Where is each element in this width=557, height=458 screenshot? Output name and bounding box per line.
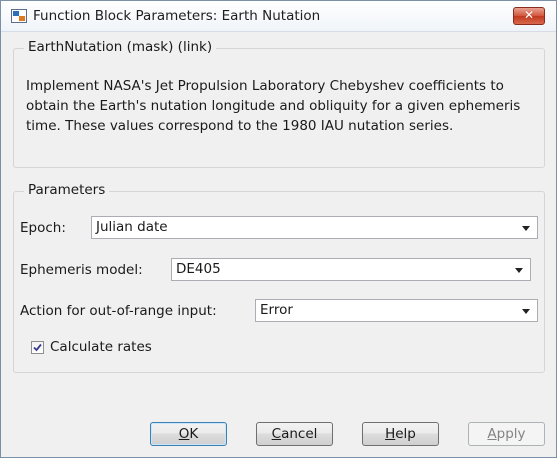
cancel-label-rest: ancel <box>281 426 318 442</box>
cancel-mnemonic: C <box>271 426 282 442</box>
close-button[interactable]: ✕ <box>513 7 545 25</box>
apply-button: Apply <box>468 422 545 446</box>
apply-label-rest: pply <box>496 426 526 442</box>
simulink-block-icon <box>11 9 27 23</box>
ok-mnemonic: O <box>178 426 190 442</box>
title-bar[interactable]: Function Block Parameters: Earth Nutatio… <box>1 1 556 32</box>
cancel-button[interactable]: Cancel <box>256 422 333 446</box>
ephemeris-select[interactable]: DE405 <box>171 258 531 281</box>
mask-description: Implement NASA's Jet Propulsion Laborato… <box>26 78 521 134</box>
epoch-value: Julian date <box>96 219 168 235</box>
action-value: Error <box>260 302 293 318</box>
mask-description-group: EarthNutation (mask) (link) Implement NA… <box>13 39 545 168</box>
chevron-down-icon <box>522 226 530 231</box>
mask-heading: EarthNutation (mask) (link) <box>24 39 217 55</box>
ok-button[interactable]: OK <box>150 422 227 446</box>
checkmark-icon <box>33 343 42 352</box>
help-button[interactable]: Help <box>362 422 439 446</box>
epoch-label: Epoch: <box>20 220 66 236</box>
help-mnemonic: H <box>385 426 396 442</box>
action-label: Action for out-of-range input: <box>20 303 217 319</box>
window-title: Function Block Parameters: Earth Nutatio… <box>33 8 321 24</box>
chevron-down-icon <box>522 309 530 314</box>
close-icon: ✕ <box>523 8 535 22</box>
help-label-rest: elp <box>395 426 416 442</box>
calculate-rates-checkbox[interactable] <box>31 341 44 354</box>
action-select[interactable]: Error <box>255 299 538 322</box>
apply-mnemonic: A <box>487 426 497 442</box>
calculate-rates-label[interactable]: Calculate rates <box>50 339 152 355</box>
dialog-window: Function Block Parameters: Earth Nutatio… <box>0 0 557 458</box>
parameters-heading: Parameters <box>24 182 110 198</box>
ephemeris-value: DE405 <box>176 261 221 277</box>
chevron-down-icon <box>515 268 523 273</box>
epoch-select[interactable]: Julian date <box>91 216 538 239</box>
ok-label-rest: K <box>189 426 199 442</box>
ephemeris-label: Ephemeris model: <box>20 262 143 278</box>
